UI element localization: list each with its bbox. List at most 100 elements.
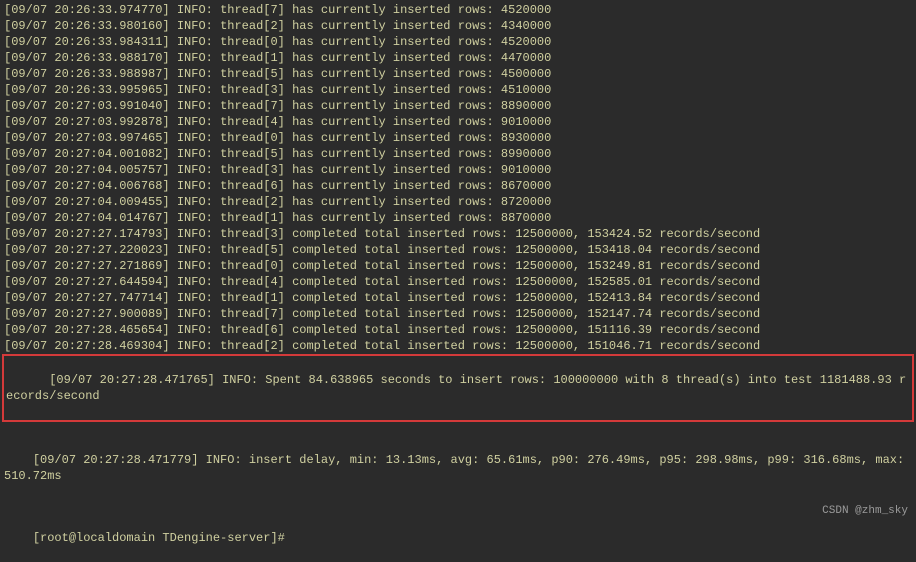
log-line: [09/07 20:27:04.005757] INFO: thread[3] … [4,162,912,178]
log-line: [09/07 20:27:28.469304] INFO: thread[2] … [4,338,912,354]
log-level: INFO: [177,307,213,321]
log-message: completed total inserted rows: 12500000,… [292,275,760,289]
log-message: has currently inserted rows: 9010000 [292,163,551,177]
log-message: has currently inserted rows: 4520000 [292,3,551,17]
log-level: INFO: [206,453,242,467]
thread-label: thread[2] [220,19,285,33]
log-message: has currently inserted rows: 4470000 [292,51,551,65]
log-line: [09/07 20:26:33.988170] INFO: thread[1] … [4,50,912,66]
shell-prompt-line[interactable]: [root@localdomain TDengine-server]# [4,514,912,562]
blank-line [4,500,912,514]
log-level: INFO: [177,211,213,225]
log-line: [09/07 20:27:27.174793] INFO: thread[3] … [4,226,912,242]
timestamp: [09/07 20:27:27.644594] [4,275,170,289]
log-message: completed total inserted rows: 12500000,… [292,227,760,241]
thread-label: thread[7] [220,99,285,113]
thread-label: thread[1] [220,51,285,65]
log-line-delay: [09/07 20:27:28.471779] INFO: insert del… [4,436,912,500]
log-line: [09/07 20:26:33.988987] INFO: thread[5] … [4,66,912,82]
timestamp: [09/07 20:27:28.465654] [4,323,170,337]
thread-label: thread[3] [220,83,285,97]
log-level: INFO: [177,323,213,337]
log-level: INFO: [177,259,213,273]
thread-label: thread[4] [220,115,285,129]
log-message: completed total inserted rows: 12500000,… [292,291,760,305]
timestamp: [09/07 20:27:28.469304] [4,339,170,353]
log-level: INFO: [177,275,213,289]
log-message: has currently inserted rows: 8990000 [292,147,551,161]
thread-label: thread[0] [220,131,285,145]
log-line: [09/07 20:27:03.992878] INFO: thread[4] … [4,114,912,130]
timestamp: [09/07 20:27:27.747714] [4,291,170,305]
blank-line [4,422,912,436]
thread-label: thread[0] [220,259,285,273]
timestamp: [09/07 20:27:03.991040] [4,99,170,113]
log-line-summary: [09/07 20:27:28.471765] INFO: Spent 84.6… [6,356,910,420]
timestamp: [09/07 20:26:33.988170] [4,51,170,65]
log-lines-container: [09/07 20:26:33.974770] INFO: thread[7] … [4,2,912,354]
log-message: has currently inserted rows: 4340000 [292,19,551,33]
timestamp: [09/07 20:26:33.974770] [4,3,170,17]
watermark-label: CSDN @zhm_sky [822,503,908,519]
log-message: has currently inserted rows: 8720000 [292,195,551,209]
log-message: completed total inserted rows: 12500000,… [292,243,760,257]
log-message: has currently inserted rows: 4510000 [292,83,551,97]
log-level: INFO: [177,227,213,241]
thread-label: thread[0] [220,35,285,49]
log-message: has currently inserted rows: 8890000 [292,99,551,113]
log-level: INFO: [177,99,213,113]
log-message: completed total inserted rows: 12500000,… [292,339,760,353]
log-level: INFO: [177,67,213,81]
terminal-output[interactable]: [09/07 20:26:33.974770] INFO: thread[7] … [4,2,912,562]
timestamp: [09/07 20:27:04.014767] [4,211,170,225]
log-line: [09/07 20:27:04.006768] INFO: thread[6] … [4,178,912,194]
thread-label: thread[5] [220,147,285,161]
log-level: INFO: [177,3,213,17]
log-level: INFO: [177,243,213,257]
log-level: INFO: [177,163,213,177]
thread-label: thread[7] [220,3,285,17]
log-line: [09/07 20:27:27.900089] INFO: thread[7] … [4,306,912,322]
log-level: INFO: [222,373,258,387]
thread-label: thread[4] [220,275,285,289]
timestamp: [09/07 20:27:27.900089] [4,307,170,321]
thread-label: thread[5] [220,243,285,257]
timestamp: [09/07 20:27:04.001082] [4,147,170,161]
summary-highlight-box: [09/07 20:27:28.471765] INFO: Spent 84.6… [2,354,914,422]
thread-label: thread[2] [220,339,285,353]
log-line: [09/07 20:27:27.220023] INFO: thread[5] … [4,242,912,258]
log-level: INFO: [177,19,213,33]
log-line: [09/07 20:27:03.991040] INFO: thread[7] … [4,98,912,114]
thread-label: thread[6] [220,323,285,337]
log-message: has currently inserted rows: 4520000 [292,35,551,49]
timestamp: [09/07 20:27:28.471779] [33,453,199,467]
timestamp: [09/07 20:27:27.271869] [4,259,170,273]
timestamp: [09/07 20:26:33.995965] [4,83,170,97]
thread-label: thread[1] [220,211,285,225]
log-level: INFO: [177,291,213,305]
timestamp: [09/07 20:26:33.984311] [4,35,170,49]
timestamp: [09/07 20:27:04.005757] [4,163,170,177]
log-line: [09/07 20:27:28.465654] INFO: thread[6] … [4,322,912,338]
thread-label: thread[1] [220,291,285,305]
log-message: has currently inserted rows: 8930000 [292,131,551,145]
timestamp: [09/07 20:27:04.009455] [4,195,170,209]
timestamp: [09/07 20:27:27.220023] [4,243,170,257]
log-line: [09/07 20:27:27.644594] INFO: thread[4] … [4,274,912,290]
thread-label: thread[5] [220,67,285,81]
timestamp: [09/07 20:27:27.174793] [4,227,170,241]
log-level: INFO: [177,131,213,145]
timestamp: [09/07 20:27:03.997465] [4,131,170,145]
log-level: INFO: [177,179,213,193]
log-line: [09/07 20:27:27.747714] INFO: thread[1] … [4,290,912,306]
timestamp: [09/07 20:27:28.471765] [49,373,215,387]
log-line: [09/07 20:27:27.271869] INFO: thread[0] … [4,258,912,274]
timestamp: [09/07 20:27:03.992878] [4,115,170,129]
log-message: completed total inserted rows: 12500000,… [292,323,760,337]
log-line: [09/07 20:26:33.980160] INFO: thread[2] … [4,18,912,34]
log-line: [09/07 20:27:04.014767] INFO: thread[1] … [4,210,912,226]
log-message: completed total inserted rows: 12500000,… [292,259,760,273]
log-level: INFO: [177,35,213,49]
log-message: has currently inserted rows: 9010000 [292,115,551,129]
thread-label: thread[7] [220,307,285,321]
